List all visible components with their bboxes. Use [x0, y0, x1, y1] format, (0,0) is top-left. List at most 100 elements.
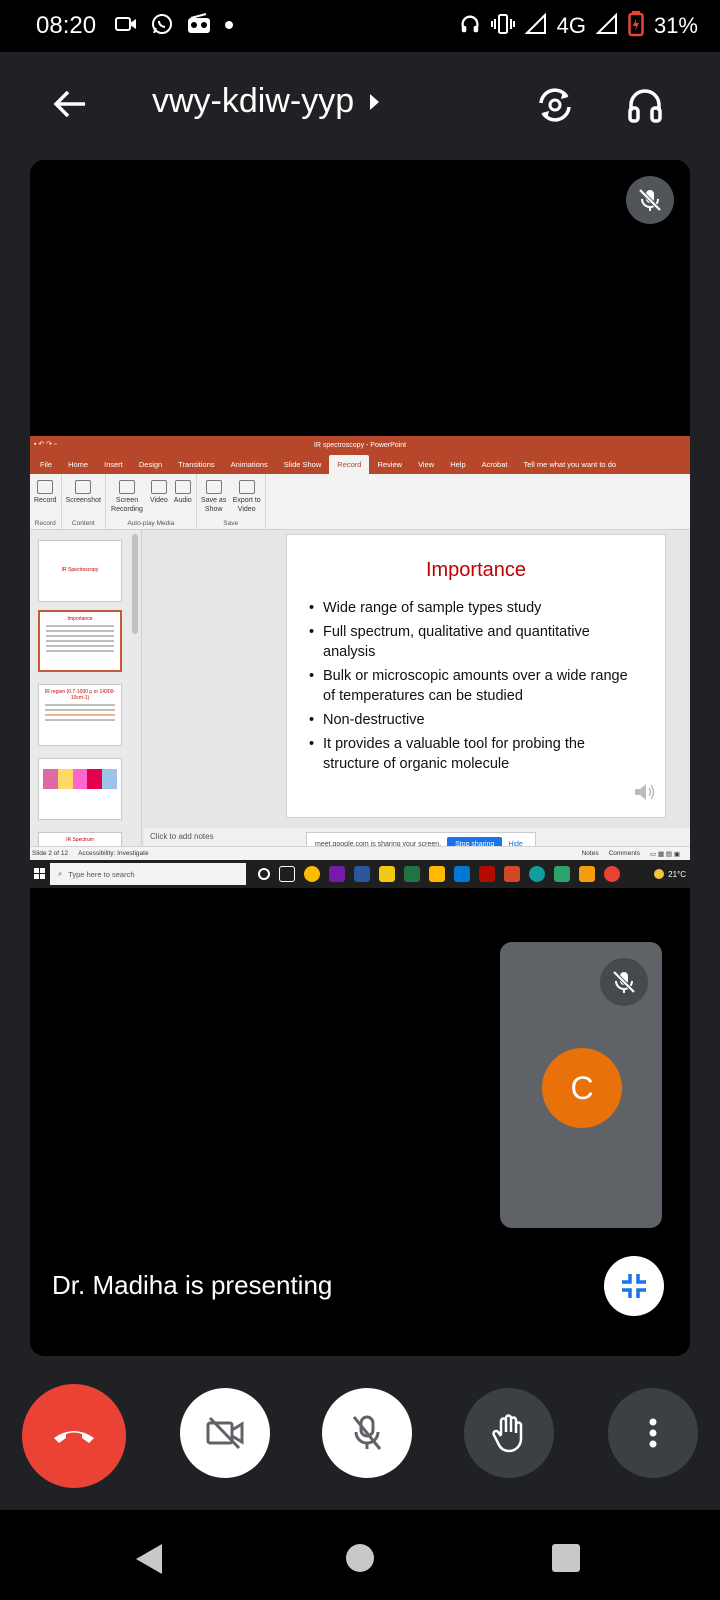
triangle-back-icon	[136, 1544, 162, 1574]
camera-toggle-button[interactable]	[180, 1388, 270, 1478]
video-camera-icon	[114, 14, 138, 39]
raise-hand-icon	[492, 1414, 523, 1453]
status-time: 08:20	[36, 12, 97, 39]
nav-recents-button[interactable]	[552, 1544, 580, 1572]
windows-start-icon	[30, 868, 50, 880]
battery-icon	[628, 10, 644, 42]
slide-bullet: It provides a valuable tool for probing …	[309, 734, 641, 774]
battery-percent: 31%	[653, 13, 698, 38]
ribbon-screen-recording: Screen Recording	[110, 476, 144, 520]
explorer-icon	[429, 866, 445, 882]
camera-off-icon	[206, 1416, 244, 1450]
slide-bullet: Full spectrum, qualitative and quantitat…	[309, 622, 641, 662]
call-controls	[0, 1380, 720, 1500]
menu-help: Help	[450, 460, 466, 469]
slide-thumbnail: IR region (0.7-1000 μ or 14300-10cm-1)	[38, 684, 122, 746]
app-icon-2	[579, 866, 595, 882]
search-icon: ⌕	[58, 869, 63, 878]
taskbar-apps	[258, 866, 620, 882]
raise-hand-button[interactable]	[464, 1388, 554, 1478]
menu-view: View	[418, 460, 435, 469]
menu-design: Design	[138, 460, 163, 469]
slide-counter: Slide 2 of 12	[32, 850, 69, 857]
presenter-tile[interactable]: ▪ ↶ ↷ ▫ IR spectroscopy - PowerPoint Fil…	[30, 160, 690, 1356]
android-nav-bar	[0, 1510, 720, 1600]
ribbon-group-save: Save as Show Export to Video Save	[197, 474, 266, 529]
slide-thumbnail	[38, 758, 122, 820]
chrome-icon-2	[604, 866, 620, 882]
weather-icon	[654, 869, 665, 879]
quick-access-icons: ▪ ↶ ↷ ▫	[34, 441, 57, 448]
accessibility-status: Accessibility: Investigate	[78, 850, 149, 857]
powerpoint-title-bar: ▪ ↶ ↷ ▫ IR spectroscopy - PowerPoint	[30, 436, 690, 454]
powerpoint-status-bar: Slide 2 of 12 Accessibility: Investigate…	[30, 846, 690, 860]
cortana-icon	[258, 868, 270, 880]
outlook-icon	[454, 866, 470, 882]
slide-thumbnails: IR Spectroscopy Importance IR region (0.…	[30, 530, 142, 888]
presenting-label: Dr. Madiha is presenting	[52, 1270, 333, 1300]
word-icon	[354, 866, 370, 882]
nav-home-button[interactable]	[346, 1544, 374, 1572]
menu-acrobat: Acrobat	[481, 460, 508, 469]
slide-bullet: Bulk or microscopic amounts over a wide …	[309, 666, 641, 706]
headphones-icon	[628, 89, 662, 123]
task-view-icon	[279, 866, 295, 882]
edge-icon	[529, 866, 545, 882]
ribbon-audio: Audio	[174, 476, 192, 520]
shared-screen[interactable]: ▪ ↶ ↷ ▫ IR spectroscopy - PowerPoint Fil…	[30, 436, 690, 888]
comments-toggle: Comments	[608, 849, 641, 857]
excel-icon	[404, 866, 420, 882]
slide-editor: Importance Wide range of sample types st…	[144, 530, 690, 828]
menu-slide-show: Slide Show	[283, 460, 322, 469]
radio-icon	[186, 12, 212, 40]
nav-back-button[interactable]	[134, 1542, 164, 1581]
menu-insert: Insert	[104, 460, 123, 469]
powerpoint-body: IR Spectroscopy Importance IR region (0.…	[30, 530, 690, 888]
end-call-button[interactable]	[22, 1384, 126, 1488]
meeting-code[interactable]: vwy-kdiw-yyp	[152, 82, 380, 121]
phone-hangup-icon	[54, 1431, 94, 1443]
menu-tell-me: Tell me what you want to do	[523, 460, 617, 469]
back-button[interactable]	[48, 82, 92, 126]
ribbon-video: Video	[150, 476, 168, 520]
slide-bullet: Wide range of sample types study	[309, 598, 641, 618]
more-vert-icon	[649, 1418, 657, 1448]
switch-camera-icon	[539, 88, 571, 122]
minimize-button[interactable]	[604, 1256, 664, 1316]
view-buttons-icon: ▭ ▦ ▤ ▣	[650, 850, 680, 858]
avatar: C	[542, 1048, 622, 1128]
menu-transitions: Transitions	[178, 460, 215, 469]
network-type: 4G	[556, 13, 586, 38]
notes-toggle: Notes	[581, 849, 599, 857]
meeting-code-text: vwy-kdiw-yyp	[152, 82, 355, 120]
call-header: vwy-kdiw-yyp	[0, 52, 720, 156]
headphones-icon	[459, 13, 481, 40]
acrobat-icon	[479, 866, 495, 882]
mic-toggle-button[interactable]	[322, 1388, 412, 1478]
self-tile[interactable]: C	[500, 942, 662, 1228]
speaker-icon	[633, 782, 657, 807]
weather: 21°C	[654, 869, 690, 879]
arrow-left-icon	[53, 90, 85, 118]
app-icon	[554, 866, 570, 882]
switch-camera-button[interactable]	[532, 82, 578, 128]
current-slide: Importance Wide range of sample types st…	[286, 534, 666, 818]
vibrate-icon	[490, 13, 515, 40]
ribbon-save-as-show: Save as Show	[201, 476, 227, 520]
more-options-button[interactable]	[608, 1388, 698, 1478]
menu-file: File	[40, 460, 53, 469]
ribbon-group-record: Record Record	[30, 474, 62, 529]
presenter-muted-indicator	[626, 176, 674, 224]
menu-review: Review	[377, 460, 403, 469]
ribbon-screenshot: Screenshot	[66, 476, 101, 520]
audio-output-button[interactable]	[622, 82, 668, 128]
notification-dot-icon	[224, 17, 234, 35]
caret-right-icon	[370, 93, 380, 110]
mic-off-icon	[638, 188, 662, 212]
slide-title: Importance	[425, 559, 527, 581]
ribbon-group-content: Screenshot Content	[62, 474, 106, 529]
status-bar: 08:20 4G 31%	[0, 0, 720, 52]
self-muted-indicator	[600, 958, 648, 1006]
slide-bullets: Wide range of sample types study Full sp…	[309, 598, 641, 774]
slide-thumbnail-active: Importance	[38, 610, 122, 672]
